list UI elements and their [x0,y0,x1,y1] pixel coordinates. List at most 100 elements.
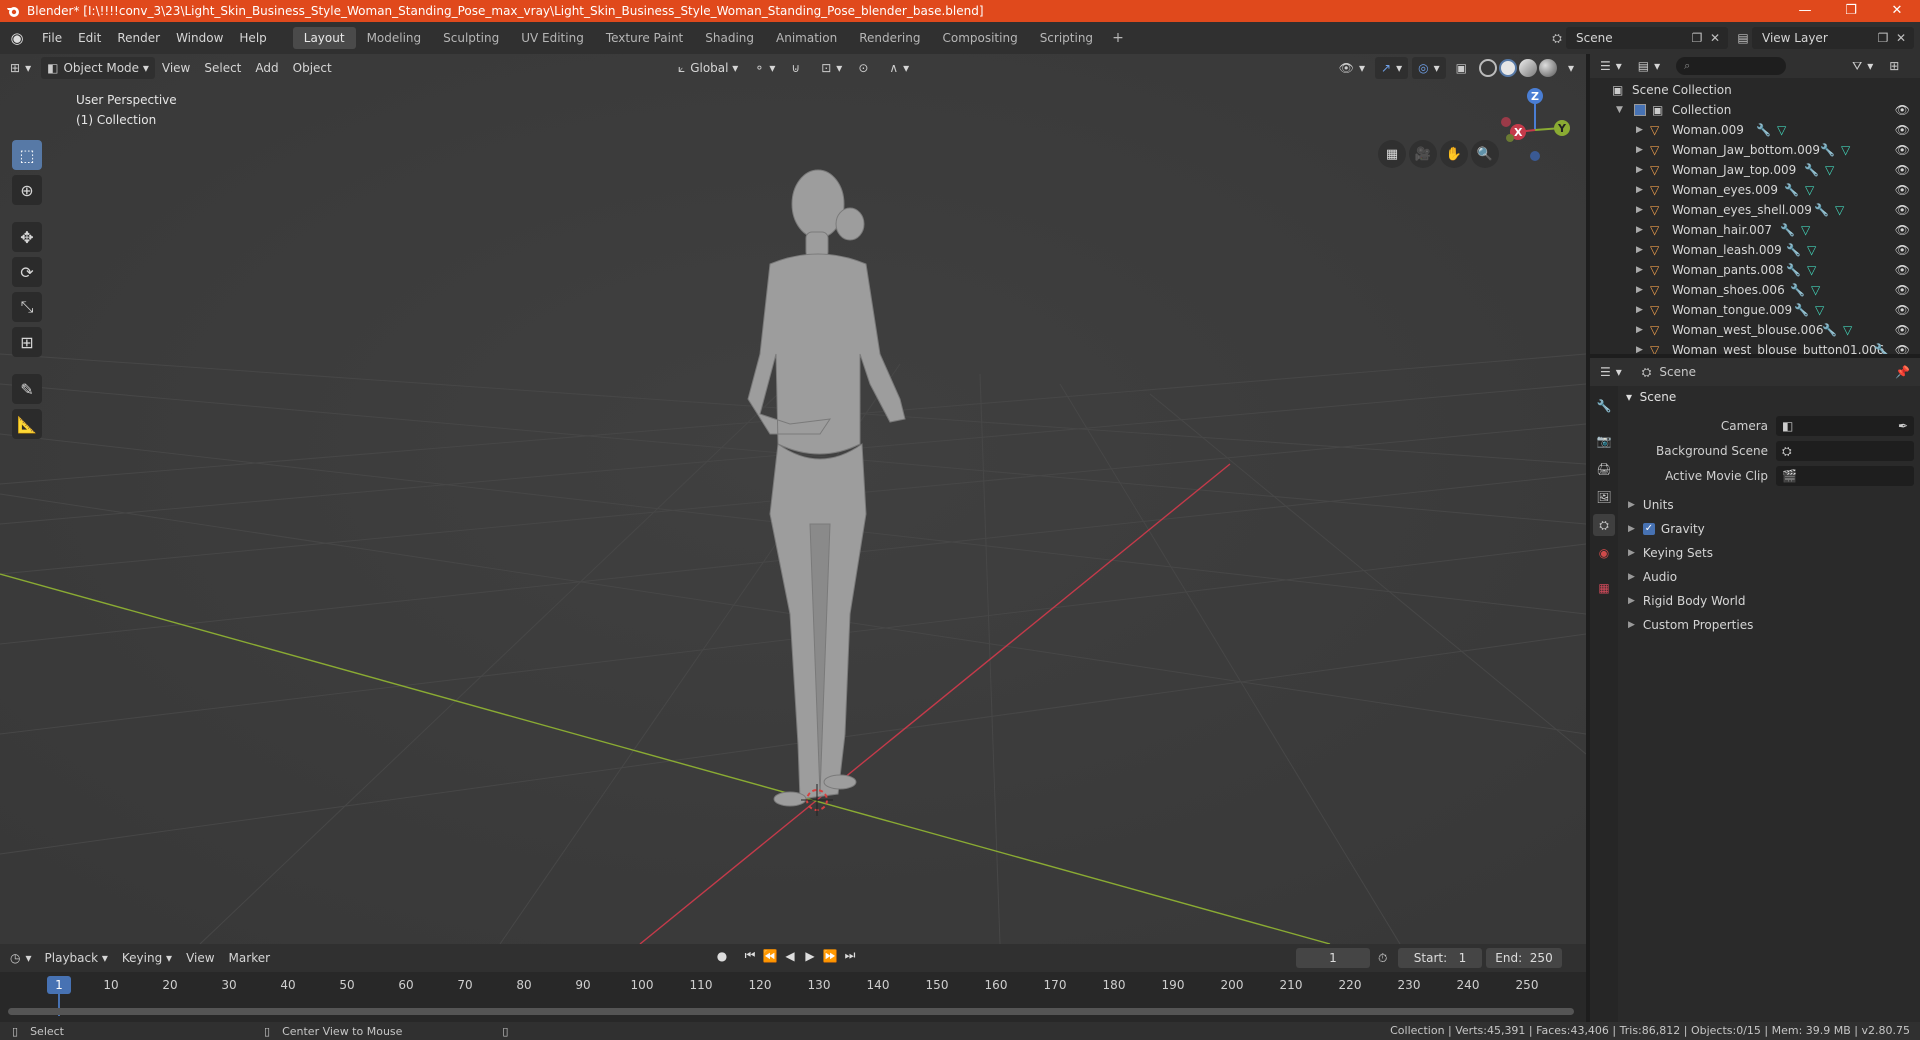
menu-render[interactable]: Render [109,22,168,54]
modifier-wrench-icon[interactable]: 🔧 [1820,143,1835,157]
eye-icon[interactable]: 👁 [1895,160,1910,180]
outliner-search-input[interactable]: ⌕ [1676,57,1787,75]
new-scene-icon[interactable]: ❐ [1688,31,1706,45]
outliner-item[interactable]: ▶ ▽ Woman_tongue.009 🔧 ▽ 👁 [1590,300,1920,320]
outliner-item[interactable]: ▶ ▽ Woman_eyes_shell.009 🔧 ▽ 👁 [1590,200,1920,220]
frame-ruler[interactable]: 10 20 30 40 50 60 70 80 90 100 110 120 1… [0,972,1586,1000]
camera-view-icon[interactable]: 🎥 [1409,140,1437,168]
modifier-wrench-icon[interactable]: 🔧 [1784,183,1799,197]
world-tab-icon[interactable]: ◉ [1593,542,1615,564]
expand-arrow-icon[interactable]: ▶ [1636,340,1643,354]
eye-icon[interactable]: 👁 [1895,260,1910,280]
eye-icon[interactable]: 👁 [1895,340,1910,354]
modifier-wrench-icon[interactable]: 🔧 [1794,303,1809,317]
properties-editor-type[interactable]: ☰ ▾ [1594,361,1628,383]
menu-edit[interactable]: Edit [70,22,109,54]
eye-icon[interactable]: 👁 [1895,100,1910,120]
eyedropper-icon[interactable]: ✒ [1898,416,1908,436]
viewport-menu-view[interactable]: View [155,57,197,79]
outliner-item[interactable]: ▶ ▽ Woman_hair.007 🔧 ▽ 👁 [1590,220,1920,240]
cursor-tool[interactable]: ⊕ [12,175,42,205]
editor-type-button[interactable]: ⊞ ▾ [4,57,37,79]
expand-arrow-icon[interactable]: ▶ [1636,140,1643,160]
transform-tool[interactable]: ⊞ [12,327,42,357]
properties-editor[interactable]: ☰ ▾ ⛭ Scene 📌 🔧 📷 🖨 🖼 ⛭ ◉ ▦ ▾ Scene Camer… [1590,358,1920,1022]
mesh-data-icon[interactable]: ▽ [1807,263,1816,277]
viewport-menu-object[interactable]: Object [286,57,339,79]
expand-arrow-icon[interactable]: ▶ [1636,160,1643,180]
expand-arrow-icon[interactable]: ▶ [1636,260,1643,280]
material-shading-icon[interactable] [1518,59,1537,77]
expand-arrow-icon[interactable]: ▶ [1636,320,1643,340]
timeline-scrollbar[interactable] [8,1008,1574,1015]
output-tab-icon[interactable]: 🖨 [1593,458,1615,480]
modifier-wrench-icon[interactable]: 🔧 [1804,163,1819,177]
tab-sculpting[interactable]: Sculpting [432,27,510,49]
render-tab-icon[interactable]: 📷 [1593,430,1615,452]
eye-icon[interactable]: 👁 [1895,280,1910,300]
timeline-menu-marker[interactable]: Marker [222,951,277,965]
scene-panel-header[interactable]: ▾ Scene [1620,386,1920,408]
mode-selector[interactable]: ◧ Object Mode ▾ [41,57,155,79]
tab-texture-paint[interactable]: Texture Paint [595,27,694,49]
expand-arrow-icon[interactable]: ▶ [1636,300,1643,320]
move-tool[interactable]: ✥ [12,222,42,252]
outliner-item[interactable]: ▶ ▽ Woman_Jaw_top.009 🔧 ▽ 👁 [1590,160,1920,180]
solid-shading-icon[interactable] [1498,59,1517,77]
outliner[interactable]: ☰ ▾ ▤ ▾ ⌕ ⛛ ▾ ⊞ ▣ Scene Collection ▼ ▣ Coll… [1590,54,1920,354]
mesh-data-icon[interactable]: ▽ [1841,143,1850,157]
minimize-button[interactable]: — [1782,0,1828,22]
scale-tool[interactable]: ⤡ [12,292,42,322]
annotate-tool[interactable]: ✎ [12,374,42,404]
eye-icon[interactable]: 👁 [1895,180,1910,200]
blender-menu-icon[interactable]: ◉ [0,29,34,47]
custom-properties-panel[interactable]: ▶ Custom Properties [1620,613,1920,637]
timeline-editor-type[interactable]: ◷ ▾ [4,947,38,969]
expand-arrow-icon[interactable]: ▶ [1636,120,1643,140]
delete-view-layer-icon[interactable]: ✕ [1892,31,1910,45]
toggle-grid-view-icon[interactable]: ▦ [1378,140,1406,168]
modifier-wrench-icon[interactable]: 🔧 [1790,283,1805,297]
view-layer-icon[interactable]: ▤ [1734,31,1752,45]
modifier-wrench-icon[interactable]: 🔧 [1822,323,1837,337]
scene-tab-icon[interactable]: ⛭ [1593,514,1615,536]
mesh-data-icon[interactable]: ▽ [1807,243,1816,257]
tab-uv-editing[interactable]: UV Editing [510,27,595,49]
3d-viewport[interactable]: Z Y X ⊞ ▾ ◧ Object Mode ▾ View Select Add … [0,54,1586,944]
rotate-tool[interactable]: ⟳ [12,257,42,287]
mesh-data-icon[interactable]: ▽ [1815,303,1824,317]
tab-animation[interactable]: Animation [765,27,848,49]
modifier-wrench-icon[interactable]: 🔧 [1874,343,1889,354]
timeline-menu-playback[interactable]: Playback ▾ [38,951,115,965]
mesh-data-icon[interactable]: ▽ [1805,183,1814,197]
outliner-item[interactable]: ▶ ▽ Woman_leash.009 🔧 ▽ 👁 [1590,240,1920,260]
gizmo-toggle[interactable]: ↗ ▾ [1375,57,1409,79]
restore-button[interactable]: ❐ [1828,0,1874,22]
tab-shading[interactable]: Shading [694,27,765,49]
scene-collection-row[interactable]: ▣ Scene Collection [1590,80,1920,100]
stopwatch-icon[interactable]: ⏱ [1378,951,1387,966]
tab-rendering[interactable]: Rendering [848,27,931,49]
modifier-wrench-icon[interactable]: 🔧 [1814,203,1829,217]
modifier-wrench-icon[interactable]: 🔧 [1786,263,1801,277]
view-layer-field[interactable]: View Layer ❐ ✕ [1752,27,1914,49]
outliner-item[interactable]: ▶ ▽ Woman_eyes.009 🔧 ▽ 👁 [1590,180,1920,200]
proportional-toggle[interactable]: ⊙ [852,57,879,79]
start-frame-field[interactable]: Start: 1 [1398,948,1482,968]
outliner-editor-type[interactable]: ☰ ▾ [1594,55,1628,77]
zoom-view-icon[interactable]: 🔍 [1471,140,1499,168]
measure-tool[interactable]: 📐 [12,409,42,439]
collection-row[interactable]: ▼ ▣ Collection 👁 [1590,100,1920,120]
add-workspace-button[interactable]: + [1104,30,1132,46]
outliner-item[interactable]: ▶ ▽ Woman_pants.008 🔧 ▽ 👁 [1590,260,1920,280]
orientation-selector[interactable]: ⟀ Global ▾ [672,57,744,79]
select-box-tool[interactable]: ⬚ [12,140,42,170]
units-panel[interactable]: ▶ Units [1620,493,1920,517]
menu-window[interactable]: Window [168,22,231,54]
tab-modeling[interactable]: Modeling [356,27,433,49]
menu-file[interactable]: File [34,22,70,54]
eye-icon[interactable]: 👁 [1895,220,1910,240]
snap-selector[interactable]: ⊡ ▾ [815,57,848,79]
outliner-item[interactable]: ▶ ▽ Woman_Jaw_bottom.009 🔧 ▽ 👁 [1590,140,1920,160]
scene-selector-icon[interactable]: ⛭ [1548,31,1566,46]
